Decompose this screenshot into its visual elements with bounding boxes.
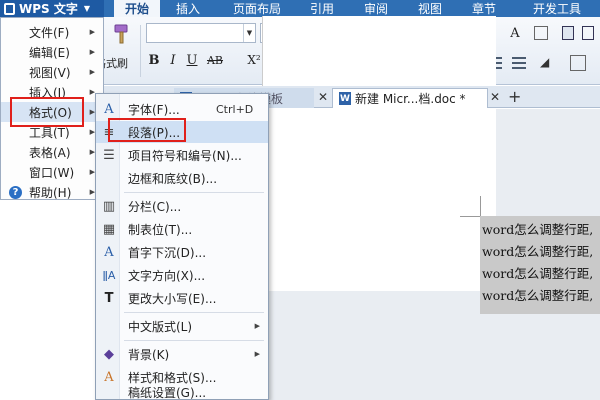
- menu-item-label: 边框和底纹(B)...: [128, 171, 218, 186]
- chevron-right-icon: ▶: [89, 28, 95, 36]
- close-icon[interactable]: ✕: [490, 90, 500, 104]
- tab-references[interactable]: 引用: [302, 0, 342, 17]
- margin-corner-mark: [460, 216, 480, 217]
- tab-home[interactable]: 开始: [114, 0, 160, 17]
- menu-item-file[interactable]: 文件(F) ▶: [1, 22, 103, 42]
- highlight-box-paragraph: [108, 118, 186, 142]
- tab-label: 新建 Micr...档.doc *: [355, 92, 466, 106]
- chevron-right-icon: ▶: [254, 350, 260, 358]
- tab-page-layout[interactable]: 页面布局: [222, 0, 292, 17]
- change-case-icon: T: [104, 290, 114, 306]
- menu-item-edit[interactable]: 编辑(E) ▶: [1, 42, 103, 62]
- title-bar: WPS 文字 ▼ 开始 插入 页面布局 引用 审阅 视图 章节 开发工具: [0, 0, 600, 17]
- chevron-right-icon: ▶: [89, 48, 95, 56]
- menu-item-text-direction[interactable]: ǁA 文字方向(X)...: [96, 264, 268, 286]
- help-icon: ?: [9, 185, 22, 199]
- menu-item-label: 项目符号和编号(N)...: [128, 148, 242, 163]
- menu-item-label: 帮助(H): [29, 185, 72, 200]
- close-icon[interactable]: ✕: [318, 90, 328, 104]
- style-gallery-icon[interactable]: [582, 26, 594, 40]
- menu-item-borders-shading[interactable]: 边框和底纹(B)...: [96, 167, 268, 189]
- menu-item-view[interactable]: 视图(V) ▶: [1, 62, 103, 82]
- borders-icon[interactable]: [570, 55, 586, 71]
- chevron-down-icon: ▼: [243, 24, 255, 42]
- menu-item-label: 制表位(T)...: [128, 222, 193, 237]
- strikethrough-button[interactable]: AB: [204, 51, 226, 69]
- line-spacing-icon[interactable]: [512, 57, 526, 69]
- italic-button[interactable]: I: [166, 51, 180, 69]
- menu-separator: [124, 312, 264, 313]
- document-line[interactable]: word怎么调整行距,: [482, 219, 593, 238]
- menu-item-columns[interactable]: ▥ 分栏(C)...: [96, 195, 268, 217]
- tab-developer[interactable]: 开发工具: [522, 0, 592, 17]
- menu-item-label: 中文版式(L): [128, 319, 193, 334]
- menu-item-label: 视图(V): [29, 65, 71, 80]
- menu-item-help[interactable]: ? 帮助(H) ▶: [1, 182, 103, 202]
- menu-item-tab-stops[interactable]: ▦ 制表位(T)...: [96, 218, 268, 240]
- new-style-icon[interactable]: [562, 26, 574, 40]
- menu-item-label: 字体(F)...: [128, 102, 180, 117]
- text-direction-icon: ǁA: [102, 268, 116, 282]
- tab-stop-icon: ▦: [102, 221, 116, 237]
- tab-review[interactable]: 审阅: [356, 0, 396, 17]
- font-icon: A: [104, 101, 114, 117]
- menu-item-label: 窗口(W): [29, 165, 75, 180]
- tab-insert[interactable]: 插入: [168, 0, 208, 17]
- font-name-dropdown[interactable]: ▼: [146, 23, 256, 43]
- menu-item-asian-layout[interactable]: 中文版式(L) ▶: [96, 315, 268, 337]
- menu-item-label: 稿纸设置(G)...: [128, 385, 207, 400]
- document-line[interactable]: word怎么调整行距,: [482, 241, 593, 260]
- menu-item-label: 分栏(C)...: [128, 199, 182, 214]
- document-page[interactable]: [262, 16, 496, 291]
- add-tab-icon[interactable]: +: [508, 87, 521, 106]
- wps-app-menu-button[interactable]: WPS 文字 ▼: [0, 0, 104, 17]
- menu-item-background[interactable]: ◆ 背景(K) ▶: [96, 343, 268, 365]
- tab-chapter[interactable]: 章节: [464, 0, 504, 17]
- tab-view[interactable]: 视图: [410, 0, 450, 17]
- tab-active-document[interactable]: W 新建 Micr...档.doc *: [332, 88, 488, 108]
- document-line[interactable]: word怎么调整行距,: [482, 285, 593, 304]
- menu-item-label: 表格(A): [29, 145, 71, 160]
- bullet-list-icon: ☰: [103, 147, 115, 163]
- chevron-down-icon: ▼: [83, 4, 91, 13]
- menu-item-table[interactable]: 表格(A) ▶: [1, 142, 103, 162]
- chevron-right-icon: ▶: [89, 68, 95, 76]
- menu-separator: [124, 340, 264, 341]
- menu-item-label: 更改大小写(E)...: [128, 291, 217, 306]
- drop-cap-icon: A: [104, 244, 114, 260]
- menu-item-label: 背景(K): [128, 347, 170, 362]
- menu-item-change-case[interactable]: T 更改大小写(E)...: [96, 287, 268, 309]
- menu-item-drop-cap[interactable]: A 首字下沉(D)...: [96, 241, 268, 263]
- menu-item-manuscript-paper[interactable]: 稿纸设置(G)...: [96, 384, 268, 400]
- insert-table-icon[interactable]: [534, 26, 548, 40]
- bold-button[interactable]: B: [146, 51, 162, 69]
- menu-item-bullets-numbering[interactable]: ☰ 项目符号和编号(N)...: [96, 144, 268, 166]
- menu-separator: [124, 192, 264, 193]
- menu-item-label: 文件(F): [29, 25, 70, 40]
- highlight-box-format-menu: [10, 97, 84, 127]
- app-menu-label: WPS 文字: [19, 2, 78, 16]
- shading-bucket-icon[interactable]: ◢: [540, 55, 556, 71]
- word-doc-icon: W: [339, 92, 351, 105]
- format-painter-icon[interactable]: [110, 23, 132, 45]
- menu-item-label: 首字下沉(D)...: [128, 245, 207, 260]
- margin-corner-mark: [480, 196, 481, 216]
- columns-icon: ▥: [102, 198, 116, 214]
- background-icon: ◆: [104, 346, 114, 362]
- superscript-button[interactable]: X²: [244, 51, 264, 69]
- menu-item-label: 文字方向(X)...: [128, 268, 206, 283]
- styles-icon: A: [104, 369, 114, 385]
- wps-logo-icon: [4, 2, 15, 15]
- menu-item-window[interactable]: 窗口(W) ▶: [1, 162, 103, 182]
- menu-item-font[interactable]: A 字体(F)... Ctrl+D: [96, 98, 268, 120]
- ribbon-divider: [140, 25, 141, 77]
- text-effects-icon[interactable]: A: [506, 24, 524, 42]
- menu-shortcut: Ctrl+D: [216, 102, 254, 116]
- menu-item-label: 编辑(E): [29, 45, 70, 60]
- document-line[interactable]: word怎么调整行距,: [482, 263, 593, 282]
- underline-button[interactable]: U: [184, 51, 200, 69]
- chevron-right-icon: ▶: [254, 322, 260, 330]
